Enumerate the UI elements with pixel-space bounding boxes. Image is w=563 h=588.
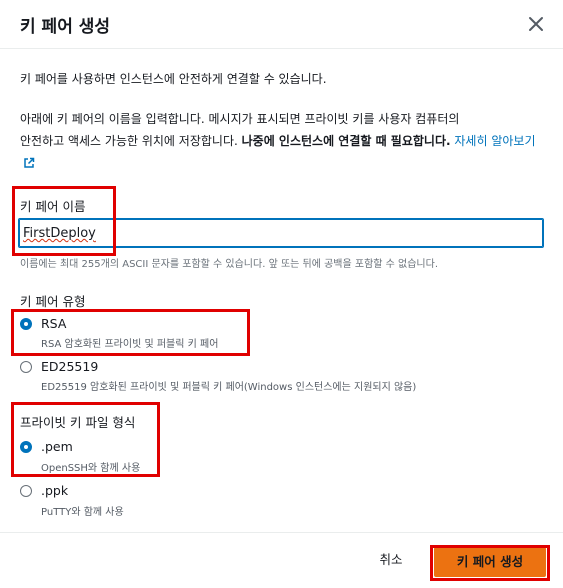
description-important: 나중에 인스턴스에 연결할 때 필요합니다. <box>241 134 451 148</box>
learn-more-label[interactable]: 자세히 알아보기 <box>454 134 535 148</box>
intro-text: 키 페어를 사용하면 인스턴스에 안전하게 연결할 수 있습니다. <box>20 72 327 86</box>
close-icon[interactable] <box>526 14 546 34</box>
key-name-value[interactable]: FirstDeploy <box>23 226 96 241</box>
option-ed25519-desc: ED25519 암호화된 프라이빗 및 퍼블릭 키 페어(Windows 인스턴… <box>41 382 417 393</box>
key-name-label: 키 페어 이름 <box>20 199 86 214</box>
key-name-helper: 이름에는 최대 255개의 ASCII 문자를 포함할 수 있습니다. 앞 또는… <box>20 259 439 270</box>
option-pem-title[interactable]: .pem <box>41 439 73 454</box>
description-line-1: 아래에 키 페어의 이름을 입력합니다. 메시지가 표시되면 프라이빗 키를 사… <box>20 112 460 126</box>
dialog-title: 키 페어 생성 <box>20 17 111 37</box>
option-ppk-desc: PuTTY와 함께 사용 <box>41 507 124 518</box>
create-key-pair-dialog: 키 페어 생성 키 페어를 사용하면 인스턴스에 안전하게 연결할 수 있습니다… <box>0 0 563 588</box>
option-ppk-title[interactable]: .ppk <box>41 483 68 498</box>
dialog-header: 키 페어 생성 <box>0 0 563 49</box>
option-pem-desc: OpenSSH와 함께 사용 <box>41 463 141 474</box>
description-line-2: 안전하고 액세스 가능한 위치에 저장합니다. <box>20 134 242 148</box>
cancel-button[interactable]: 취소 <box>366 548 416 572</box>
footer-divider <box>0 532 563 533</box>
key-format-label: 프라이빗 키 파일 형식 <box>20 415 136 430</box>
option-ed25519-title[interactable]: ED25519 <box>41 359 98 374</box>
option-rsa-title[interactable]: RSA <box>41 316 66 331</box>
description-text: 아래에 키 페어의 이름을 입력합니다. 메시지가 표시되면 프라이빗 키를 사… <box>20 108 540 176</box>
create-key-pair-button[interactable]: 키 페어 생성 <box>434 547 546 577</box>
option-rsa-desc: RSA 암호화된 프라이빗 및 퍼블릭 키 페어 <box>41 339 219 350</box>
external-link-icon <box>23 154 35 176</box>
radio-ed25519[interactable] <box>20 361 32 373</box>
key-name-input[interactable]: FirstDeploy <box>18 218 544 248</box>
key-type-label: 키 페어 유형 <box>20 294 86 309</box>
radio-rsa[interactable] <box>20 318 32 330</box>
radio-ppk[interactable] <box>20 485 32 497</box>
radio-pem[interactable] <box>20 441 32 453</box>
